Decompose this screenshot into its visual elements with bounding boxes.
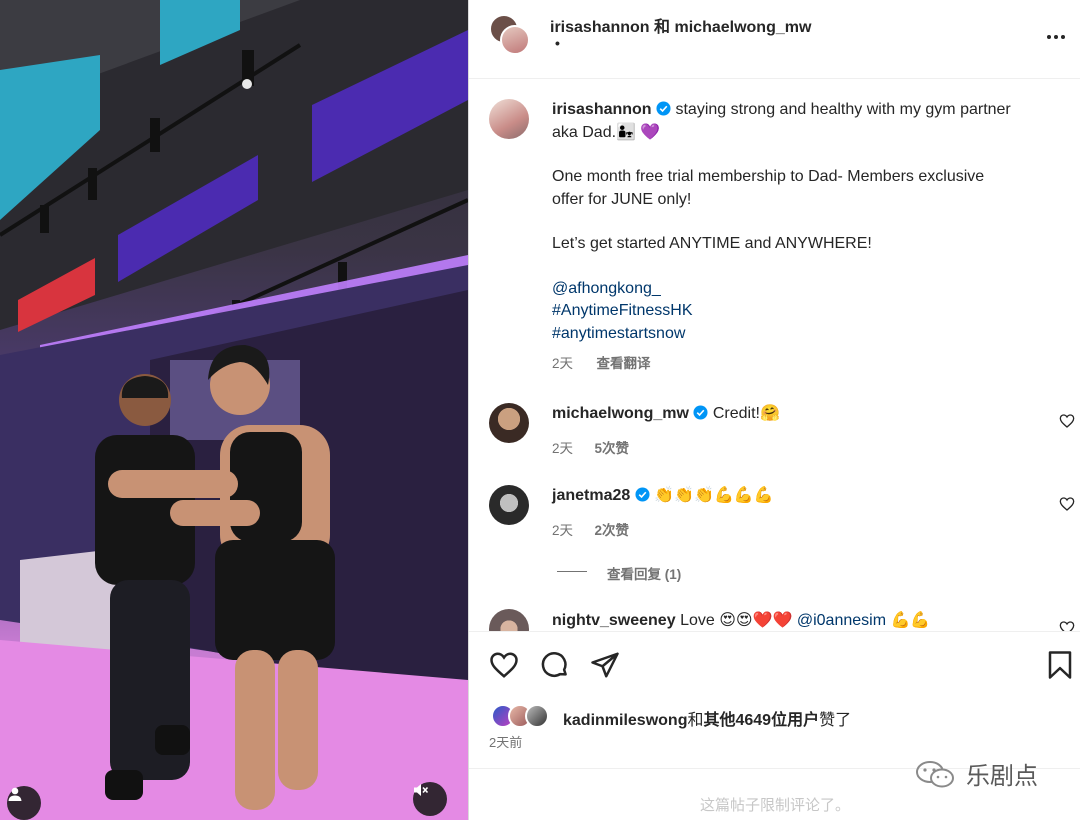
- post-media[interactable]: [0, 0, 468, 820]
- comment-avatar-nightv[interactable]: [489, 609, 529, 631]
- comment-2-likes[interactable]: 2次赞: [595, 523, 630, 538]
- comment-avatar-janetma28[interactable]: [489, 485, 529, 525]
- comment-3-username[interactable]: nightv_sweeney: [552, 612, 676, 629]
- likes-others[interactable]: 其他4649位用户: [703, 712, 819, 729]
- hashtag-anytimestartsnow[interactable]: #anytimestartsnow: [552, 323, 1067, 346]
- likes-summary: kadinmileswong和其他4649位用户赞了: [563, 706, 851, 730]
- comment-1-time[interactable]: 2天: [552, 441, 573, 456]
- liker-avatar: [525, 704, 549, 728]
- save-icon[interactable]: [1045, 650, 1075, 680]
- view-replies-label: 查看回复 (1): [607, 567, 682, 582]
- replies-divider: [557, 571, 587, 572]
- mention-afhongkong[interactable]: @afhongkong_: [552, 278, 1067, 301]
- comment-2-text: 👏👏👏💪💪💪: [654, 487, 774, 504]
- verified-icon: [656, 101, 671, 116]
- caption-para2-line1: One month free trial membership to Dad- …: [552, 168, 985, 185]
- caption-line1: staying strong and healthy with my gym p…: [675, 101, 1011, 118]
- liker-avatars[interactable]: [491, 704, 561, 730]
- hashtag-anytimefitnesshk[interactable]: #AnytimeFitnessHK: [552, 300, 1067, 323]
- caption-username[interactable]: irisashannon: [552, 101, 652, 118]
- watermark-text: 乐剧点: [966, 762, 1038, 790]
- comment-1: michaelwong_mw Credit!🤗: [552, 403, 780, 426]
- caption-time[interactable]: 2天: [552, 356, 573, 371]
- caption-line2: aka Dad.👨‍👧 💜: [552, 123, 661, 141]
- comment-3-like-icon[interactable]: [1059, 620, 1075, 631]
- verified-icon: [635, 487, 650, 502]
- likes-joiner: 和: [687, 712, 704, 729]
- caption-avatar[interactable]: [489, 99, 529, 139]
- verified-icon: [693, 405, 708, 420]
- comment-2-time[interactable]: 2天: [552, 523, 573, 538]
- more-icon[interactable]: [1044, 25, 1068, 49]
- comment-1-meta: 2天 5次赞: [552, 437, 629, 457]
- caption-para3: Let’s get started ANYTIME and ANYWHERE!: [552, 235, 872, 252]
- comment-3-text: Love 😍😍❤️❤️: [680, 612, 793, 629]
- share-icon[interactable]: [590, 650, 620, 680]
- comment-avatar-michaelwong[interactable]: [489, 403, 529, 443]
- likes-suffix: 赞了: [819, 712, 852, 729]
- comment-3-mention[interactable]: @i0annesim: [797, 612, 886, 629]
- user-tag-icon: [8, 787, 22, 801]
- comment-2-meta: 2天 2次赞: [552, 519, 629, 539]
- header-subline: •: [555, 35, 560, 51]
- comment-1-likes[interactable]: 5次赞: [595, 441, 630, 456]
- comment-2: janetma28 👏👏👏💪💪💪: [552, 485, 774, 508]
- comment-icon[interactable]: [540, 650, 570, 680]
- mute-icon: [414, 784, 429, 796]
- caption: irisashannon staying strong and healthy …: [552, 99, 1067, 376]
- comment-2-username[interactable]: janetma28: [552, 487, 630, 504]
- authors-joiner: 和: [654, 19, 671, 36]
- post-authors: irisashannon 和 michaelwong_mw: [550, 13, 811, 37]
- comment-3: nightv_sweeney Love 😍😍❤️❤️ @i0annesim 💪💪: [552, 610, 930, 631]
- author-link-irisashannon[interactable]: irisashannon: [550, 19, 650, 36]
- post-header: irisashannon 和 michaelwong_mw •: [469, 0, 1080, 79]
- comment-1-like-icon[interactable]: [1059, 413, 1075, 429]
- comments-section[interactable]: irisashannon staying strong and healthy …: [469, 80, 1080, 631]
- comment-2-like-icon[interactable]: [1059, 496, 1075, 512]
- post-time[interactable]: 2天前: [489, 732, 522, 751]
- watermark: 乐剧点: [914, 756, 1038, 791]
- mute-button[interactable]: [413, 782, 447, 816]
- caption-para2-line2: offer for JUNE only!: [552, 190, 692, 208]
- view-replies-button[interactable]: 查看回复 (1): [607, 563, 681, 583]
- author-avatar-secondary[interactable]: [500, 25, 530, 55]
- post-panel: irisashannon 和 michaelwong_mw • irisasha…: [468, 0, 1080, 820]
- comment-1-text: Credit!🤗: [712, 405, 780, 422]
- comment-1-username[interactable]: michaelwong_mw: [552, 405, 689, 422]
- comment-3-emoji-tail: 💪💪: [890, 612, 931, 629]
- liker-username[interactable]: kadinmileswong: [563, 712, 687, 729]
- user-tag-button[interactable]: [7, 786, 41, 820]
- post-actions: kadinmileswong和其他4649位用户赞了 2天前 这篇帖子限制评论了…: [469, 631, 1080, 820]
- like-icon[interactable]: [489, 650, 519, 680]
- author-link-michaelwong[interactable]: michaelwong_mw: [675, 19, 812, 36]
- comments-limited-notice: 这篇帖子限制评论了。: [699, 797, 850, 814]
- translate-button[interactable]: 查看翻译: [597, 356, 651, 371]
- wechat-icon: [916, 760, 954, 787]
- gym-photo: [0, 0, 468, 820]
